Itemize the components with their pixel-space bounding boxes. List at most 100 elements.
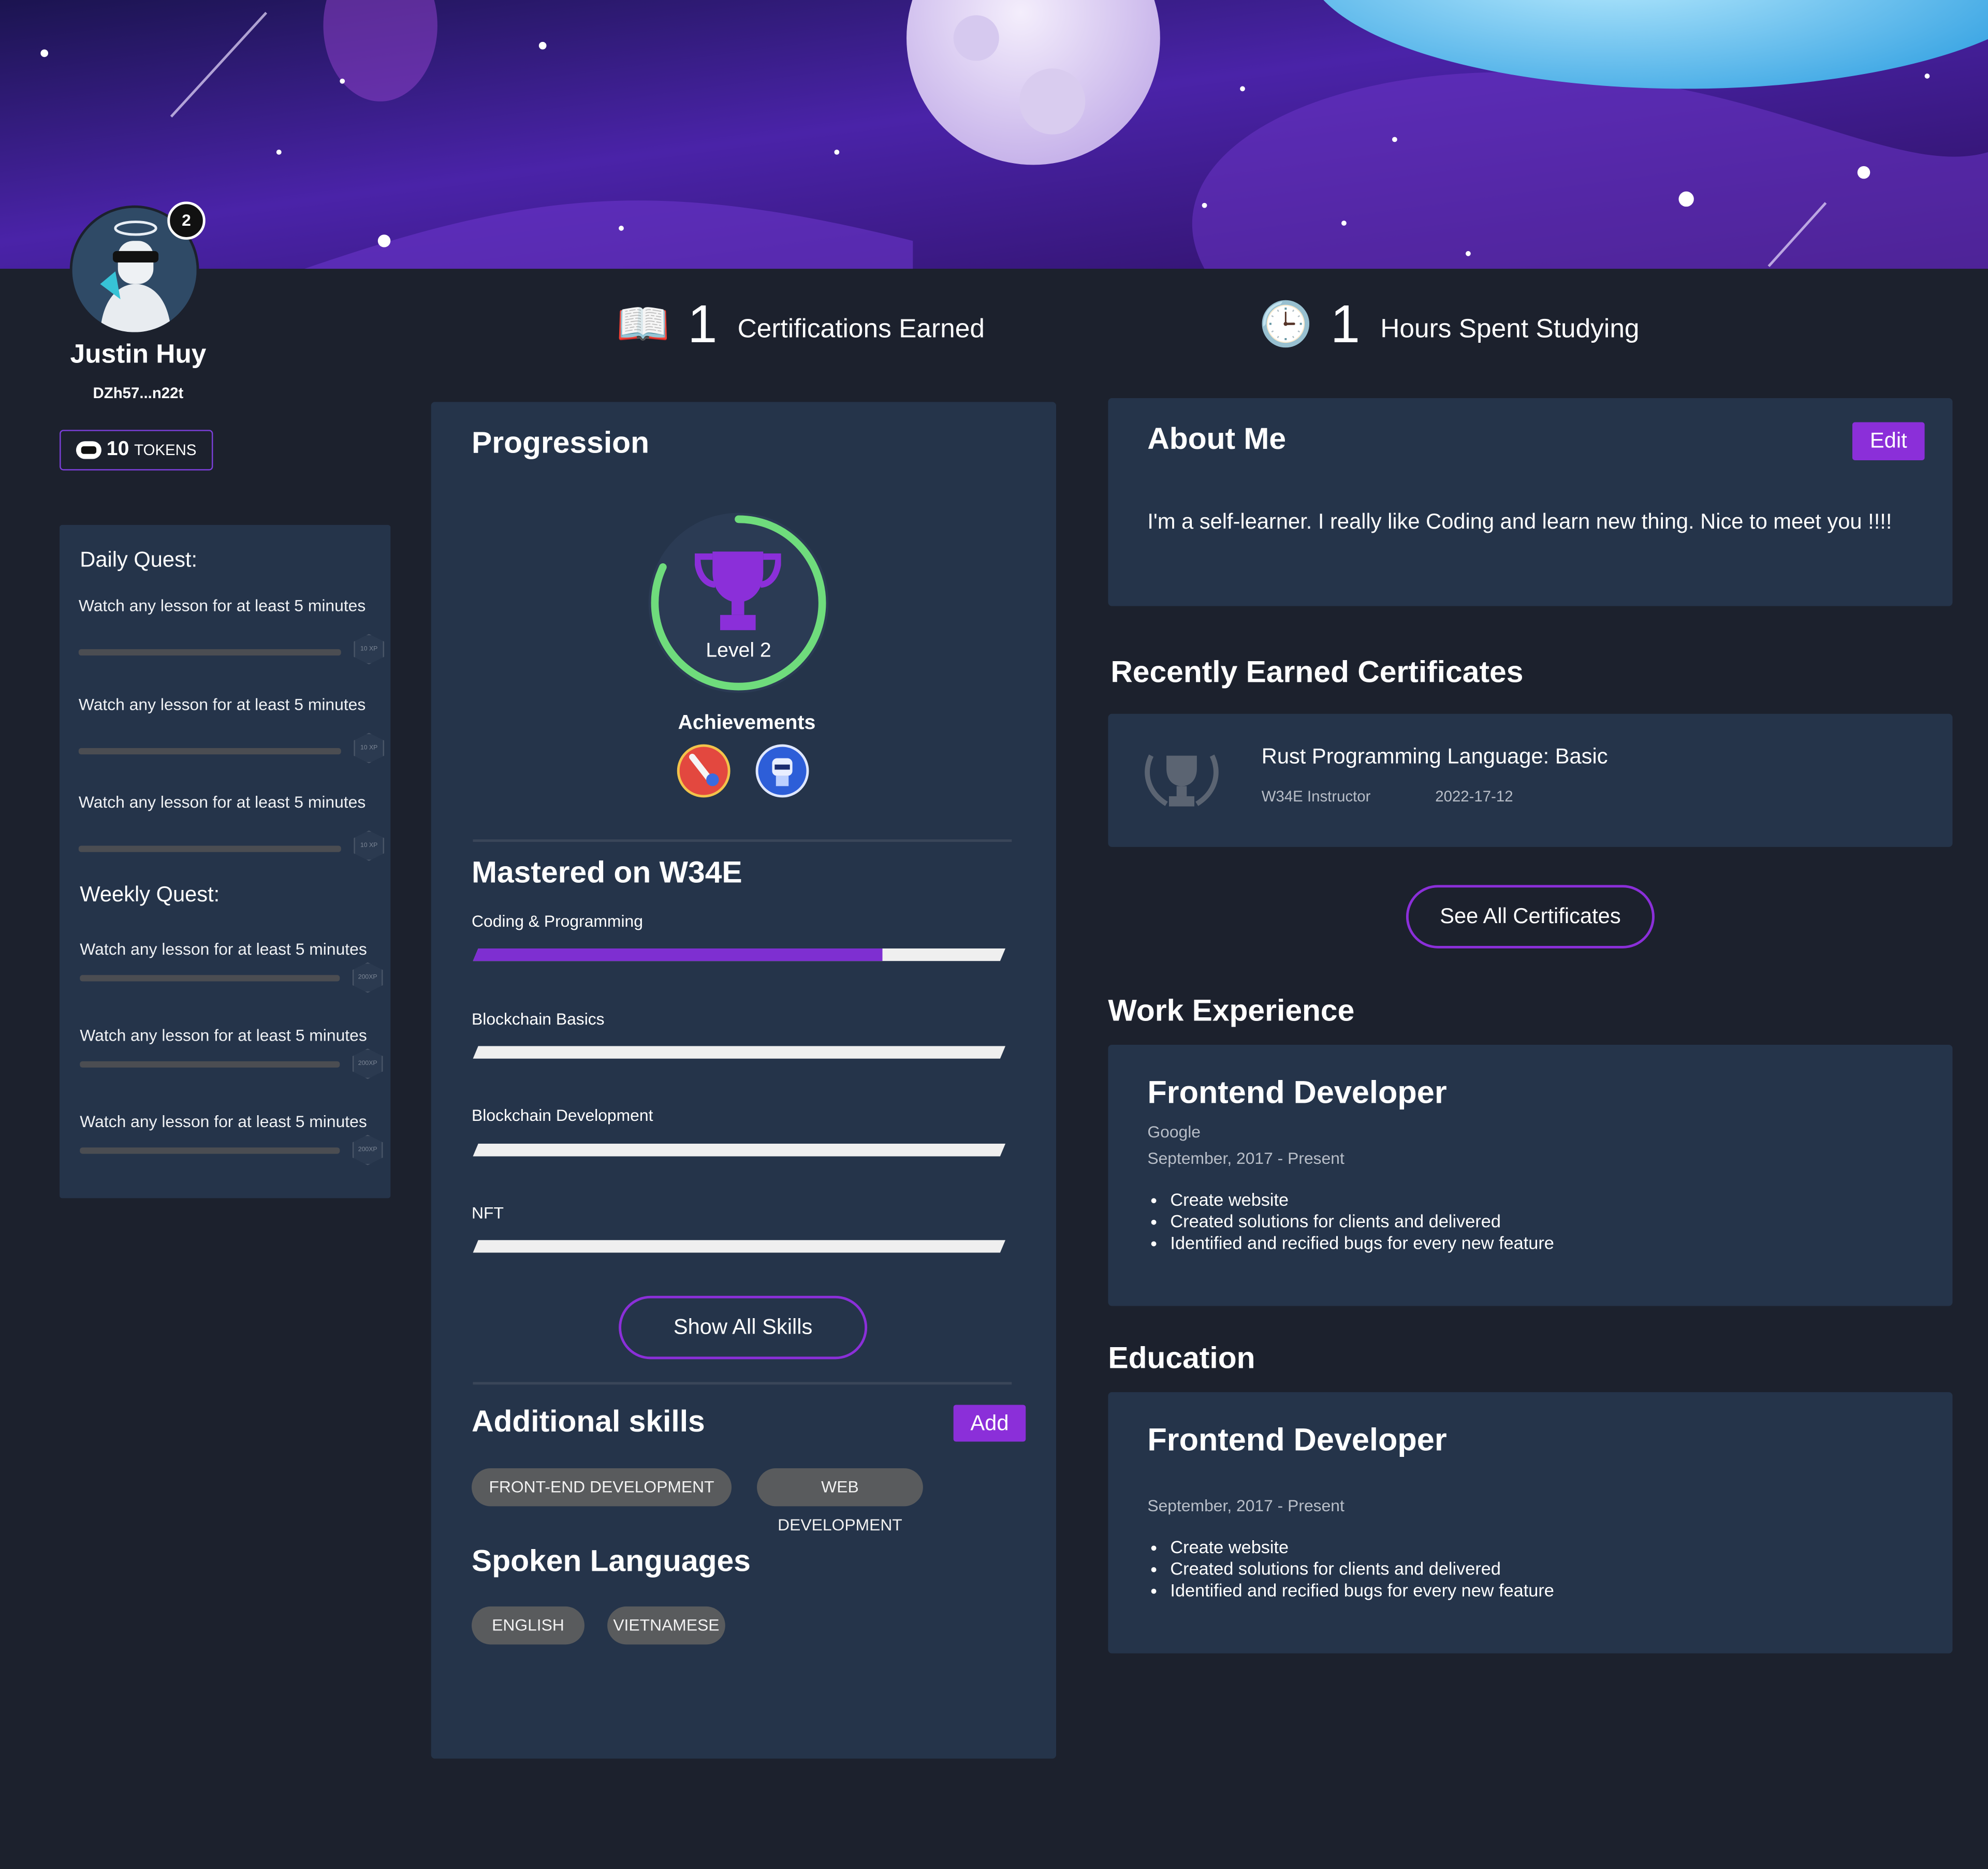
language-chip[interactable]: VIETNAMESE xyxy=(607,1606,725,1645)
skill-chip[interactable]: WEB DEVELOPMENT xyxy=(757,1468,923,1534)
show-all-skills-button[interactable]: Show All Skills xyxy=(619,1295,868,1360)
education-title: Education xyxy=(1108,1341,1255,1376)
education-card: Frontend Developer September, 2017 - Pre… xyxy=(1108,1392,1953,1654)
certificate-trophy-icon xyxy=(1145,754,1219,807)
quest-text: Watch any lesson for at least 5 minutes xyxy=(80,1026,367,1045)
certificates-title: Recently Earned Certificates xyxy=(1110,655,1524,690)
quest-item[interactable]: Watch any lesson for at least 5 minutes … xyxy=(80,1026,384,1079)
skill-label: Blockchain Basics xyxy=(472,1009,605,1029)
quest-progress-bar xyxy=(78,748,341,755)
token-icon xyxy=(76,441,101,459)
profile-page: 2 Justin Huy DZh57...n22t 10 TOKENS Dail… xyxy=(0,0,1988,1869)
quest-item[interactable]: Watch any lesson for at least 5 minutes … xyxy=(78,596,385,665)
quest-text: Watch any lesson for at least 5 minutes xyxy=(78,596,366,615)
quest-progress-bar xyxy=(80,975,340,982)
about-text: I'm a self-learner. I really like Coding… xyxy=(1147,509,1892,534)
xp-badge: 10 XP xyxy=(354,830,385,861)
certificate-date: 2022-17-12 xyxy=(1435,787,1513,806)
quest-progress-bar xyxy=(78,649,341,656)
level-ring: Level 2 xyxy=(647,511,830,695)
hours-stat: 🕒 1 Hours Spent Studying xyxy=(1259,294,1640,355)
skill-progress-bar xyxy=(473,948,1006,961)
progression-card: Progression Level 2 Achievements Mastere… xyxy=(431,402,1057,1759)
tokens-badge[interactable]: 10 TOKENS xyxy=(60,430,213,471)
responsibility-item: Created solutions for clients and delive… xyxy=(1170,1211,1554,1233)
level-label: Level 2 xyxy=(706,640,771,662)
tokens-value: 10 xyxy=(106,439,129,460)
job-title: Frontend Developer xyxy=(1147,1075,1447,1111)
achievement-sword-icon[interactable] xyxy=(677,744,730,798)
job-period: September, 2017 - Present xyxy=(1147,1148,1344,1168)
xp-badge: 200XP xyxy=(352,962,383,993)
language-chip[interactable]: ENGLISH xyxy=(472,1606,584,1645)
certifications-stat: 📖 1 Certifications Earned xyxy=(616,294,985,355)
spoken-languages-title: Spoken Languages xyxy=(472,1544,751,1579)
edit-about-button[interactable]: Edit xyxy=(1852,422,1925,460)
responsibility-item: Identified and recified bugs for every n… xyxy=(1170,1232,1554,1254)
job-responsibilities: Create website Created solutions for cli… xyxy=(1147,1189,1554,1254)
responsibility-item: Create website xyxy=(1170,1189,1554,1211)
daily-quest-title: Daily Quest: xyxy=(80,547,198,572)
xp-badge: 10 XP xyxy=(354,634,385,665)
clock-icon: 🕒 xyxy=(1259,300,1313,349)
profile-banner xyxy=(0,0,1988,269)
level-badge: 2 xyxy=(167,201,206,240)
skill-progress-bar xyxy=(473,1046,1006,1059)
quest-progress-bar xyxy=(80,1147,340,1154)
quest-text: Watch any lesson for at least 5 minutes xyxy=(80,1112,367,1131)
quest-text: Watch any lesson for at least 5 minutes xyxy=(78,695,366,714)
education-detail-item: Identified and recified bugs for every n… xyxy=(1170,1580,1554,1601)
skill-progress-bar xyxy=(473,1240,1006,1253)
work-experience-card: Frontend Developer Google September, 201… xyxy=(1108,1044,1953,1306)
certifications-label: Certifications Earned xyxy=(737,314,985,344)
skill-label: Blockchain Development xyxy=(472,1105,653,1125)
skill-progress-fill xyxy=(473,948,883,961)
skill-label: NFT xyxy=(472,1203,504,1222)
education-details: Create website Created solutions for cli… xyxy=(1147,1537,1554,1601)
quests-panel: Daily Quest: Watch any lesson for at lea… xyxy=(60,524,391,1199)
quest-text: Watch any lesson for at least 5 minutes xyxy=(80,939,367,959)
certificate-item[interactable]: Rust Programming Language: Basic W34E In… xyxy=(1108,713,1953,847)
xp-badge: 200XP xyxy=(352,1048,383,1079)
about-card: About Me Edit I'm a self-learner. I real… xyxy=(1108,398,1953,606)
hours-label: Hours Spent Studying xyxy=(1380,314,1640,344)
tokens-label: TOKENS xyxy=(134,441,197,459)
add-skill-button[interactable]: Add xyxy=(953,1405,1026,1442)
quest-item[interactable]: Watch any lesson for at least 5 minutes … xyxy=(80,939,384,993)
education-period: September, 2017 - Present xyxy=(1147,1496,1344,1515)
additional-skills-title: Additional skills xyxy=(472,1405,705,1439)
xp-badge: 10 XP xyxy=(354,733,385,764)
achievement-robot-icon[interactable] xyxy=(755,744,809,798)
education-title-item: Frontend Developer xyxy=(1147,1422,1447,1458)
mastered-title: Mastered on W34E xyxy=(472,856,742,890)
skill-progress-bar xyxy=(473,1143,1006,1157)
hours-count: 1 xyxy=(1330,294,1361,354)
weekly-quest-title: Weekly Quest: xyxy=(80,882,220,907)
skill-label: Coding & Programming xyxy=(472,911,643,931)
skill-chip[interactable]: FRONT-END DEVELOPMENT xyxy=(472,1468,732,1507)
quest-item[interactable]: Watch any lesson for at least 5 minutes … xyxy=(80,1112,384,1165)
quest-item[interactable]: Watch any lesson for at least 5 minutes … xyxy=(78,695,385,764)
wallet-address[interactable]: DZh57...n22t xyxy=(0,384,276,402)
section-divider xyxy=(473,839,1012,842)
certificate-issuer: W34E Instructor xyxy=(1261,787,1371,806)
quest-progress-bar xyxy=(80,1061,340,1068)
progression-title: Progression xyxy=(472,426,650,460)
certificate-name: Rust Programming Language: Basic xyxy=(1261,744,1608,769)
username: Justin Huy xyxy=(70,340,207,369)
education-detail-item: Created solutions for clients and delive… xyxy=(1170,1558,1554,1580)
achievements-title: Achievements xyxy=(678,712,816,734)
about-title: About Me xyxy=(1147,422,1287,457)
see-all-certificates-button[interactable]: See All Certificates xyxy=(1406,885,1655,948)
quest-item[interactable]: Watch any lesson for at least 5 minutes … xyxy=(78,792,385,861)
space-banner-illustration xyxy=(0,0,1988,269)
work-experience-title: Work Experience xyxy=(1108,994,1355,1029)
book-icon: 📖 xyxy=(616,300,670,349)
quest-text: Watch any lesson for at least 5 minutes xyxy=(78,792,366,812)
xp-badge: 200XP xyxy=(352,1134,383,1165)
trophy-icon xyxy=(695,551,781,631)
quest-progress-bar xyxy=(78,845,341,852)
education-detail-item: Create website xyxy=(1170,1537,1554,1558)
company-name: Google xyxy=(1147,1122,1201,1142)
section-divider xyxy=(473,1382,1012,1385)
